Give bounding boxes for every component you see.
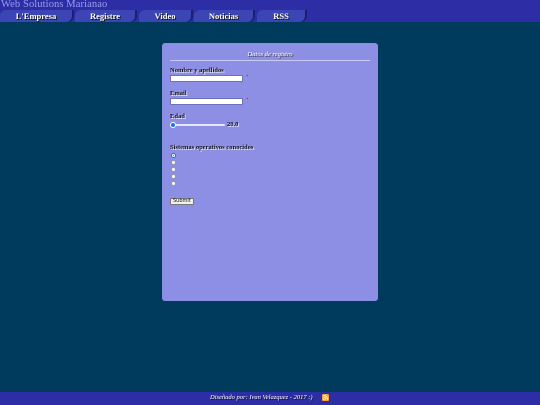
os-option-radio[interactable] <box>171 153 176 158</box>
os-option-radio[interactable] <box>171 160 176 165</box>
nav-tab-noticias[interactable]: Noticias <box>194 10 253 22</box>
os-option-radio[interactable] <box>171 167 176 172</box>
email-label: Email <box>170 90 187 97</box>
form-legend: Datos de registro <box>247 51 293 58</box>
footer-credit: Diseñado por: Ivan Velazquez - 2017 :) <box>210 394 313 401</box>
os-option-radio[interactable] <box>171 174 176 179</box>
os-option-radio[interactable] <box>171 181 176 186</box>
email-input[interactable] <box>170 98 243 105</box>
legend-divider <box>170 60 370 61</box>
registration-form: Datos de registro Nombre y apellidos * E… <box>162 43 378 301</box>
name-input[interactable] <box>170 75 243 82</box>
name-required-mark: * <box>246 75 249 80</box>
nav-tab-video[interactable]: Video <box>139 10 191 22</box>
footer-bar: Diseñado por: Ivan Velazquez - 2017 :) <box>0 392 540 405</box>
main-nav: L'Empresa Registre Video Noticias RSS <box>0 10 540 22</box>
name-label: Nombre y apellidos <box>170 67 224 74</box>
age-label: Edad <box>170 113 185 120</box>
email-required-mark: * <box>246 98 249 103</box>
submit-button[interactable]: Submit <box>170 198 194 205</box>
nav-tab-empresa[interactable]: L'Empresa <box>0 10 72 22</box>
nav-tab-registre[interactable]: Registre <box>75 10 135 22</box>
age-slider-handle[interactable] <box>170 122 176 128</box>
age-value: 20.0 <box>227 121 239 128</box>
os-label: Sistemas operativos conocidos <box>170 144 254 151</box>
header-bar: Web Solutions Marianao L'Empresa Registr… <box>0 0 540 22</box>
nav-tab-rss[interactable]: RSS <box>257 10 305 22</box>
age-slider[interactable] <box>175 124 225 126</box>
rss-icon[interactable] <box>322 394 329 401</box>
site-title: Web Solutions Marianao <box>1 0 108 10</box>
